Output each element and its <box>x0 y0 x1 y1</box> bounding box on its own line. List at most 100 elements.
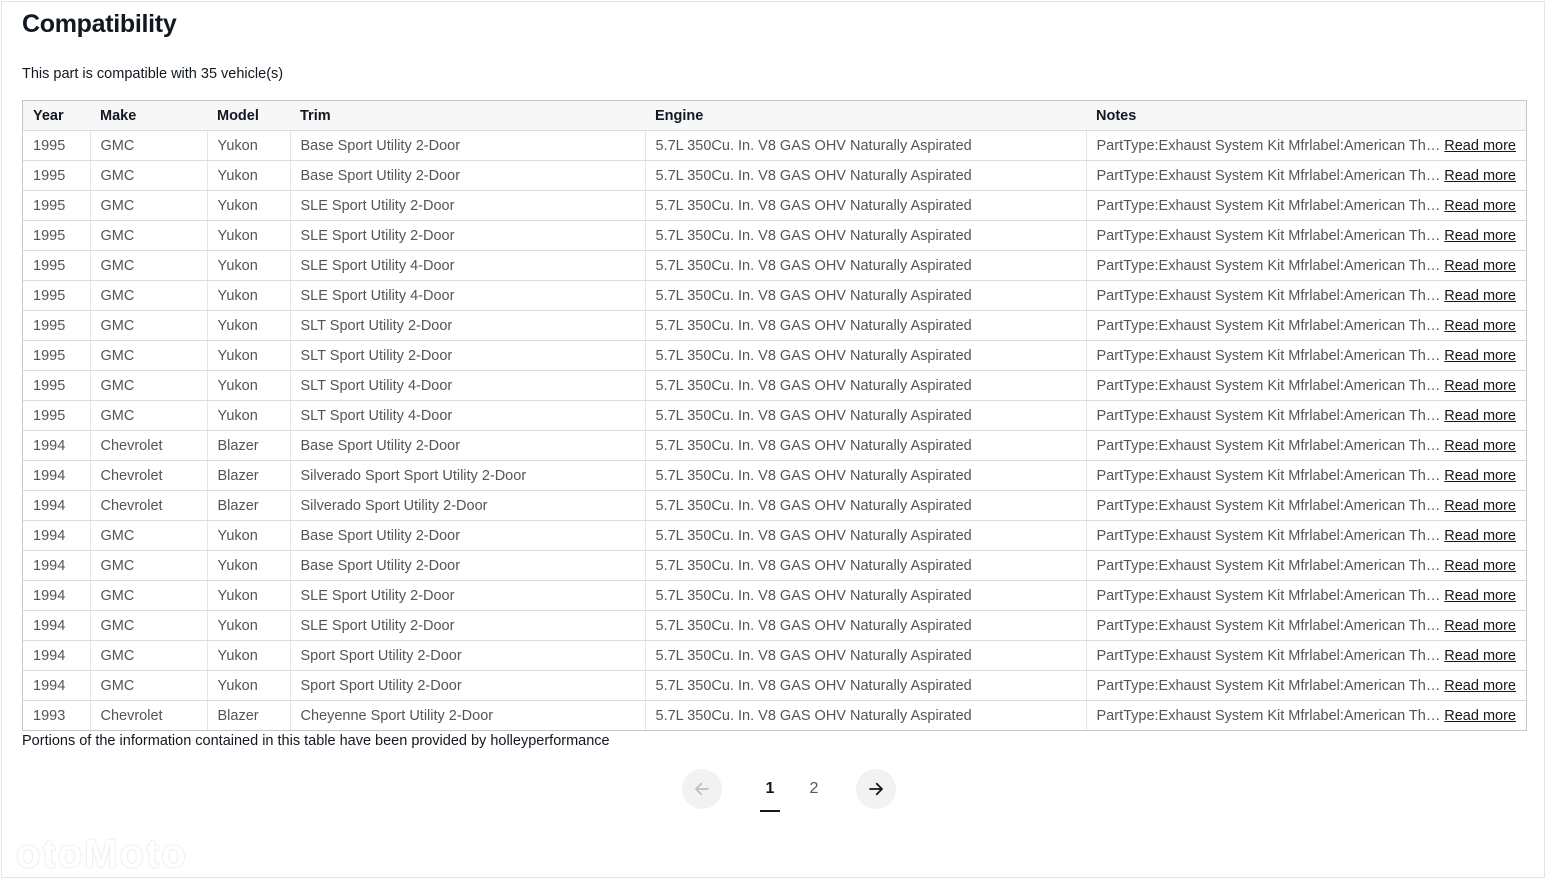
read-more-link[interactable]: Read more <box>1444 588 1516 604</box>
cell-make: GMC <box>89 340 207 372</box>
notes-text: PartType:Exhaust System Kit Mfrlabel:Ame… <box>1096 467 1445 484</box>
cell-make: GMC <box>89 400 207 432</box>
cell-engine: 5.7L 350Cu. In. V8 GAS OHV Naturally Asp… <box>644 520 1086 552</box>
cell-model: Yukon <box>206 610 290 642</box>
cell-engine: 5.7L 350Cu. In. V8 GAS OHV Naturally Asp… <box>644 430 1086 462</box>
cell-engine: 5.7L 350Cu. In. V8 GAS OHV Naturally Asp… <box>644 160 1086 192</box>
read-more-link[interactable]: Read more <box>1444 678 1516 694</box>
read-more-link[interactable]: Read more <box>1444 258 1516 274</box>
notes-text: PartType:Exhaust System Kit Mfrlabel:Ame… <box>1096 437 1445 454</box>
cell-model: Blazer <box>206 430 290 462</box>
read-more-link[interactable]: Read more <box>1444 468 1516 484</box>
notes-text: PartType:Exhaust System Kit Mfrlabel:Ame… <box>1096 527 1445 544</box>
cell-trim: Base Sport Utility 2-Door <box>289 160 645 192</box>
cell-model: Yukon <box>206 670 290 702</box>
read-more-link[interactable]: Read more <box>1444 348 1516 364</box>
cell-year: 1994 <box>23 640 90 672</box>
notes-text: PartType:Exhaust System Kit Mfrlabel:Ame… <box>1096 707 1445 724</box>
cell-trim: Silverado Sport Utility 2-Door <box>289 490 645 522</box>
cell-notes: PartType:Exhaust System Kit Mfrlabel:Ame… <box>1085 310 1526 342</box>
read-more-link[interactable]: Read more <box>1444 318 1516 334</box>
cell-notes: PartType:Exhaust System Kit Mfrlabel:Ame… <box>1085 550 1526 582</box>
read-more-link[interactable]: Read more <box>1444 438 1516 454</box>
cell-trim: SLT Sport Utility 2-Door <box>289 340 645 372</box>
cell-year: 1995 <box>23 370 90 402</box>
cell-model: Yukon <box>206 550 290 582</box>
read-more-link[interactable]: Read more <box>1444 528 1516 544</box>
cell-year: 1995 <box>23 190 90 222</box>
next-page-button[interactable] <box>856 769 896 809</box>
watermark-logo: otoMoto <box>16 832 188 876</box>
read-more-link[interactable]: Read more <box>1444 378 1516 394</box>
cell-trim: SLE Sport Utility 2-Door <box>289 610 645 642</box>
cell-engine: 5.7L 350Cu. In. V8 GAS OHV Naturally Asp… <box>644 700 1086 731</box>
cell-year: 1994 <box>23 430 90 462</box>
cell-make: Chevrolet <box>89 460 207 492</box>
table-row: 1993 Chevrolet Blazer Cheyenne Sport Utilit… <box>23 700 1526 731</box>
cell-notes: PartType:Exhaust System Kit Mfrlabel:Ame… <box>1085 280 1526 312</box>
cell-notes: PartType:Exhaust System Kit Mfrlabel:Ame… <box>1085 700 1526 731</box>
cell-year: 1995 <box>23 130 90 162</box>
page-1-button[interactable]: 1 <box>748 768 792 812</box>
notes-text: PartType:Exhaust System Kit Mfrlabel:Ame… <box>1096 587 1445 604</box>
pagination: 1 2 <box>682 768 896 812</box>
read-more-link[interactable]: Read more <box>1444 198 1516 214</box>
read-more-link[interactable]: Read more <box>1444 558 1516 574</box>
cell-trim: Sport Sport Utility 2-Door <box>289 670 645 702</box>
table-row: 1995 GMC Yukon Base Sport Utility 2-Door 5.7… <box>23 130 1526 162</box>
read-more-link[interactable]: Read more <box>1444 618 1516 634</box>
table-row: 1994 GMC Yukon Sport Sport Utility 2-Door 5.… <box>23 670 1526 702</box>
cell-notes: PartType:Exhaust System Kit Mfrlabel:Ame… <box>1085 370 1526 402</box>
cell-engine: 5.7L 350Cu. In. V8 GAS OHV Naturally Asp… <box>644 280 1086 312</box>
cell-year: 1995 <box>23 340 90 372</box>
table-row: 1995 GMC Yukon SLT Sport Utility 2-Door 5.7L… <box>23 310 1526 342</box>
cell-trim: SLT Sport Utility 4-Door <box>289 370 645 402</box>
notes-text: PartType:Exhaust System Kit Mfrlabel:Ame… <box>1096 137 1445 154</box>
previous-page-button[interactable] <box>682 769 722 809</box>
cell-notes: PartType:Exhaust System Kit Mfrlabel:Ame… <box>1085 520 1526 552</box>
cell-notes: PartType:Exhaust System Kit Mfrlabel:Ame… <box>1085 190 1526 222</box>
read-more-link[interactable]: Read more <box>1444 138 1516 154</box>
cell-trim: SLE Sport Utility 2-Door <box>289 220 645 252</box>
cell-make: GMC <box>89 220 207 252</box>
table-row: 1994 GMC Yukon Base Sport Utility 2-Door 5.7… <box>23 550 1526 582</box>
column-header-notes: Notes <box>1086 101 1526 132</box>
table-row: 1994 GMC Yukon SLE Sport Utility 2-Door 5.7L… <box>23 610 1526 642</box>
notes-text: PartType:Exhaust System Kit Mfrlabel:Ame… <box>1096 557 1445 574</box>
cell-engine: 5.7L 350Cu. In. V8 GAS OHV Naturally Asp… <box>644 490 1086 522</box>
read-more-link[interactable]: Read more <box>1444 288 1516 304</box>
cell-model: Yukon <box>206 580 290 612</box>
table-row: 1995 GMC Yukon SLT Sport Utility 2-Door 5.7L… <box>23 340 1526 372</box>
page-2-button[interactable]: 2 <box>792 768 836 810</box>
notes-text: PartType:Exhaust System Kit Mfrlabel:Ame… <box>1096 167 1445 184</box>
read-more-link[interactable]: Read more <box>1444 228 1516 244</box>
read-more-link[interactable]: Read more <box>1444 168 1516 184</box>
table-row: 1994 GMC Yukon Sport Sport Utility 2-Door 5.… <box>23 640 1526 672</box>
read-more-link[interactable]: Read more <box>1444 648 1516 664</box>
cell-make: GMC <box>89 130 207 162</box>
cell-year: 1993 <box>33 707 66 724</box>
cell-trim: SLE Sport Utility 4-Door <box>289 280 645 312</box>
arrow-right-icon <box>869 782 883 796</box>
column-header-trim: Trim <box>290 101 645 132</box>
cell-year: 1994 <box>23 550 90 582</box>
notes-text: PartType:Exhaust System Kit Mfrlabel:Ame… <box>1096 647 1445 664</box>
cell-notes: PartType:Exhaust System Kit Mfrlabel:Ame… <box>1085 400 1526 432</box>
cell-trim: Base Sport Utility 2-Door <box>289 520 645 552</box>
cell-notes: PartType:Exhaust System Kit Mfrlabel:Ame… <box>1085 160 1526 192</box>
read-more-link[interactable]: Read more <box>1444 408 1516 424</box>
read-more-link[interactable]: Read more <box>1444 498 1516 514</box>
read-more-link[interactable]: Read more <box>1444 708 1516 724</box>
table-row: 1995 GMC Yukon SLE Sport Utility 4-Door 5.7L… <box>23 250 1526 282</box>
cell-notes: PartType:Exhaust System Kit Mfrlabel:Ame… <box>1085 610 1526 642</box>
table-row: 1995 GMC Yukon Base Sport Utility 2-Door 5.7… <box>23 160 1526 192</box>
cell-make: GMC <box>89 520 207 552</box>
cell-notes: PartType:Exhaust System Kit Mfrlabel:Ame… <box>1085 580 1526 612</box>
cell-year: 1995 <box>23 400 90 432</box>
cell-trim: SLE Sport Utility 4-Door <box>289 250 645 282</box>
cell-engine: 5.7L 350Cu. In. V8 GAS OHV Naturally Asp… <box>644 670 1086 702</box>
notes-text: PartType:Exhaust System Kit Mfrlabel:Ame… <box>1096 377 1445 394</box>
notes-text: PartType:Exhaust System Kit Mfrlabel:Ame… <box>1096 227 1445 244</box>
cell-make: GMC <box>89 250 207 282</box>
cell-make: Chevrolet <box>89 490 207 522</box>
